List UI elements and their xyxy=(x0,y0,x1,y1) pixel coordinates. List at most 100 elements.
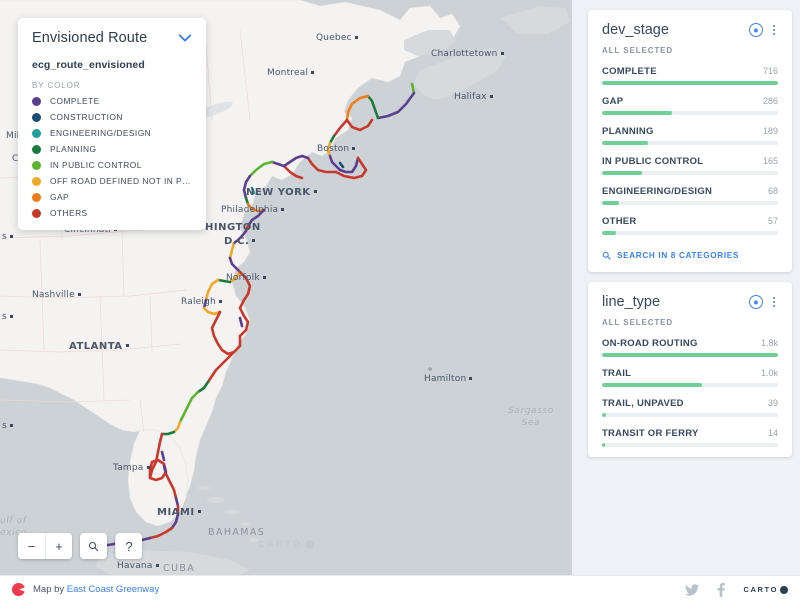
category-bar-track xyxy=(602,413,778,417)
carto-dot-icon xyxy=(305,539,315,549)
category-count: 14 xyxy=(767,428,778,438)
legend-item-label: OFF ROAD DEFINED NOT IN PUBLIC CO… xyxy=(50,176,192,186)
twitter-icon[interactable] xyxy=(685,583,700,596)
search-categories-label: SEARCH IN 8 CATEGORIES xyxy=(617,251,739,260)
category-bar-track xyxy=(602,353,778,357)
category-name: ON-ROAD ROUTING xyxy=(602,338,698,349)
category-name: PLANNING xyxy=(602,126,654,137)
app-footer: Map by East Coast Greenway CARTO xyxy=(0,575,800,603)
category-row[interactable]: TRAIL 1.0k xyxy=(602,368,778,387)
widget-header: line_type ● xyxy=(602,294,778,310)
question-mark-icon: ? xyxy=(125,538,133,554)
category-row[interactable]: OTHER 57 xyxy=(602,216,778,235)
category-bar-fill xyxy=(602,443,605,447)
legend-color-swatch xyxy=(32,176,41,186)
category-bar-fill xyxy=(602,383,703,387)
category-bar-track xyxy=(602,171,778,175)
legend-items-list: COMPLETE CONSTRUCTION ENGINEERING/DESIGN PL… xyxy=(32,96,192,218)
kebab-menu-icon[interactable] xyxy=(770,23,778,37)
category-header: IN PUBLIC CONTROL 165 xyxy=(602,156,778,167)
category-row[interactable]: ON-ROAD ROUTING 1.8k xyxy=(602,338,778,357)
legend-item[interactable]: OTHERS xyxy=(32,208,192,218)
category-row[interactable]: TRAIL, UNPAVED 39 xyxy=(602,398,778,417)
widget-title: line_type xyxy=(602,294,661,310)
widget-actions[interactable]: ● xyxy=(749,295,778,309)
legend-color-swatch xyxy=(32,112,41,122)
map-help-button[interactable]: ? xyxy=(115,533,142,559)
category-count: 716 xyxy=(762,66,778,76)
widget-actions[interactable]: ● xyxy=(749,23,778,37)
zoom-out-button[interactable]: − xyxy=(18,533,45,559)
category-count: 57 xyxy=(767,216,778,226)
category-name: TRAIL xyxy=(602,368,632,379)
category-header: PLANNING 189 xyxy=(602,126,778,137)
zoom-button-group[interactable]: − + xyxy=(18,533,72,559)
facebook-icon[interactable] xyxy=(717,582,726,597)
legend-header[interactable]: Envisioned Route xyxy=(32,30,192,46)
minus-icon: − xyxy=(27,538,36,554)
carto-logo[interactable]: CARTO xyxy=(743,585,788,594)
category-count: 68 xyxy=(767,186,778,196)
category-bar-fill xyxy=(602,111,673,115)
chevron-down-icon[interactable] xyxy=(178,33,192,43)
category-name: IN PUBLIC CONTROL xyxy=(602,156,704,167)
legend-by-color-label: BY COLOR xyxy=(32,81,81,90)
category-bar-track xyxy=(602,383,778,387)
category-row[interactable]: COMPLETE 716 xyxy=(602,66,778,85)
category-name: ENGINEERING/DESIGN xyxy=(602,186,713,197)
category-header: TRANSIT OR FERRY 14 xyxy=(602,428,778,439)
category-row[interactable]: IN PUBLIC CONTROL 165 xyxy=(602,156,778,175)
category-row[interactable]: PLANNING 189 xyxy=(602,126,778,145)
category-row[interactable]: TRANSIT OR FERRY 14 xyxy=(602,428,778,447)
legend-item[interactable]: COMPLETE xyxy=(32,96,192,106)
category-count: 286 xyxy=(762,96,778,106)
zoom-in-button[interactable]: + xyxy=(45,533,72,559)
category-count: 1.8k xyxy=(760,338,778,348)
water-drop-icon[interactable]: ● xyxy=(749,295,763,309)
map-controls[interactable]: − + ? xyxy=(18,533,142,559)
map-legend-panel[interactable]: Envisioned Route ecg_route_envisioned BY… xyxy=(18,18,206,230)
legend-item[interactable]: ENGINEERING/DESIGN xyxy=(32,128,192,138)
legend-item[interactable]: OFF ROAD DEFINED NOT IN PUBLIC CO… xyxy=(32,176,192,186)
legend-item-label: IN PUBLIC CONTROL xyxy=(50,160,142,170)
category-name: GAP xyxy=(602,96,624,107)
map-search-button[interactable] xyxy=(80,533,107,559)
category-bar-fill xyxy=(602,141,648,145)
legend-item[interactable]: IN PUBLIC CONTROL xyxy=(32,160,192,170)
legend-item[interactable]: CONSTRUCTION xyxy=(32,112,192,122)
legend-item-label: CONSTRUCTION xyxy=(50,112,123,122)
widget-dev_stage: dev_stage ● ALL SELECTED COMPLETE 716 GAP 286 P… xyxy=(588,10,792,272)
legend-color-swatch xyxy=(32,144,41,154)
category-bar-fill xyxy=(602,81,778,85)
category-count: 189 xyxy=(762,126,778,136)
category-row[interactable]: ENGINEERING/DESIGN 68 xyxy=(602,186,778,205)
footer-prefix: Map by xyxy=(33,584,67,595)
legend-item[interactable]: PLANNING xyxy=(32,144,192,154)
legend-color-swatch xyxy=(32,160,41,170)
legend-color-swatch xyxy=(32,208,41,218)
search-icon xyxy=(88,541,99,551)
category-count: 165 xyxy=(762,156,778,166)
legend-item[interactable]: GAP xyxy=(32,192,192,202)
category-row[interactable]: GAP 286 xyxy=(602,96,778,115)
water-drop-icon[interactable]: ● xyxy=(749,23,763,37)
legend-item-label: GAP xyxy=(50,192,70,202)
category-header: ON-ROAD ROUTING 1.8k xyxy=(602,338,778,349)
category-header: OTHER 57 xyxy=(602,216,778,227)
footer-attribution-text: Map by East Coast Greenway xyxy=(33,584,159,595)
legend-item-label: OTHERS xyxy=(50,208,88,218)
kebab-menu-icon[interactable] xyxy=(770,295,778,309)
category-name: COMPLETE xyxy=(602,66,657,77)
legend-item-label: ENGINEERING/DESIGN xyxy=(50,128,152,138)
category-bar-fill xyxy=(602,231,617,235)
category-bar-fill xyxy=(602,413,606,417)
category-bar-track xyxy=(602,231,778,235)
map-carto-watermark: CARTO xyxy=(258,539,315,549)
search-categories-link[interactable]: SEARCH IN 8 CATEGORIES xyxy=(602,251,778,260)
search-icon xyxy=(602,251,611,260)
category-bar-track xyxy=(602,443,778,447)
carto-logo-text: CARTO xyxy=(743,585,778,594)
category-name: TRAIL, UNPAVED xyxy=(602,398,684,409)
footer-links: CARTO xyxy=(685,582,788,597)
footer-link-east-coast-greenway[interactable]: East Coast Greenway xyxy=(67,584,159,595)
